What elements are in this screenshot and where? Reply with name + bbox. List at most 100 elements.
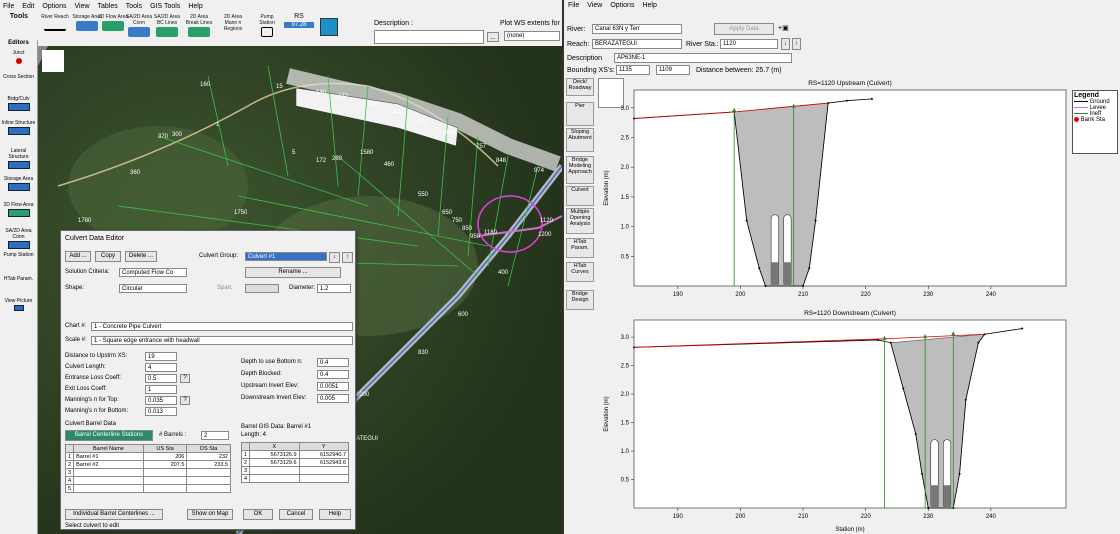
river-station-select[interactable]: 1120 — [720, 39, 778, 49]
show-on-map-button[interactable]: Show on Map — [187, 509, 233, 520]
copy-button[interactable]: Copy — [95, 251, 121, 262]
solution-criteria-select[interactable]: Computed Flow Co — [119, 268, 187, 277]
deck-roadway-button[interactable]: Deck/ Roadway — [566, 78, 594, 96]
plus-camera-icon[interactable]: +▣ — [778, 24, 800, 34]
scale-select[interactable]: 1 - Square edge entrance with headwall — [91, 336, 353, 345]
menu-gis-tools[interactable]: GIS Tools — [150, 3, 180, 10]
y-cell[interactable]: 6152940.7 — [298, 450, 350, 459]
add-button[interactable]: Add ... — [65, 251, 91, 262]
depth-blocked-input[interactable]: 0.4 — [317, 370, 349, 379]
editor-cross-section[interactable]: Cross Section — [1, 74, 36, 80]
manning-top-input[interactable]: 0.035 — [145, 396, 177, 405]
y-cell[interactable] — [298, 466, 350, 475]
sa2d-conn-button[interactable]: SA/2D Area Conn — [124, 14, 154, 44]
manning-bottom-input[interactable]: 0.013 — [145, 407, 177, 416]
ds-sta-cell[interactable] — [186, 468, 231, 477]
culvert-length-input[interactable]: 4 — [145, 363, 177, 372]
description-ellipsis-button[interactable]: ... — [487, 32, 499, 42]
map-zoom-control[interactable] — [42, 50, 64, 72]
span-input[interactable] — [245, 284, 279, 293]
menu-edit[interactable]: Edit — [22, 3, 34, 10]
barrel-name-cell[interactable] — [73, 484, 144, 493]
diameter-input[interactable]: 1.2 — [317, 284, 351, 293]
menu-file[interactable]: File — [3, 3, 14, 10]
individual-barrel-button[interactable]: Individual Barrel Centerlines ... — [65, 509, 163, 520]
chart-select[interactable]: 1 - Concrete Pipe Culvert — [91, 322, 353, 331]
culvert-group-down-button[interactable]: ↓ — [329, 252, 340, 263]
multiple-opening-button[interactable]: Multiple Opening Analysis — [566, 208, 594, 234]
ds-sta-cell[interactable]: 232 — [186, 452, 231, 461]
rs-up-button[interactable]: ↑ — [792, 38, 801, 50]
gis-table[interactable]: XY 1 5673126.9 6152940.7 2 5673129.6 6152943… — [240, 442, 350, 483]
ds-sta-cell[interactable] — [186, 484, 231, 493]
table-row[interactable]: 2 5673129.6 6152943.6 — [240, 458, 350, 467]
2d-mann-regions-button[interactable]: 2D Area Mann n Regions — [218, 14, 248, 44]
upstream-chart[interactable]: RS=1120 Upstream (Culvert) 190 200 210 220 23… — [598, 76, 1118, 304]
x-cell[interactable]: 5673126.9 — [249, 450, 300, 459]
culvert-button[interactable]: Culvert — [566, 186, 594, 206]
editor-htab-param[interactable]: HTab Param. — [1, 276, 36, 282]
map-icon[interactable] — [320, 18, 338, 36]
manning-help-button[interactable]: ? — [180, 396, 190, 405]
rename-button[interactable]: Rename ... — [245, 267, 341, 278]
upstream-invert-input[interactable]: 0.0051 — [317, 382, 349, 391]
sloping-abutment-button[interactable]: Sloping Abutment — [566, 128, 594, 152]
river-select[interactable]: Canal 63N y Terr — [592, 24, 682, 34]
y-cell[interactable] — [298, 474, 350, 483]
table-row[interactable]: 4 — [64, 476, 231, 485]
us-sta-cell[interactable] — [142, 476, 188, 485]
table-row[interactable]: 2 Barrel #2 207.5 233.5 — [64, 460, 231, 469]
barrel-name-cell[interactable]: Barrel #1 — [73, 452, 144, 461]
us-sta-cell[interactable] — [142, 484, 188, 493]
us-sta-cell[interactable]: 207.5 — [142, 460, 188, 469]
table-row[interactable]: 1 Barrel #1 206 232 — [64, 452, 231, 461]
exit-loss-input[interactable]: 1 — [145, 385, 177, 394]
2d-break-lines-button[interactable]: 2D Area Break Lines — [184, 14, 214, 44]
menu-view[interactable]: View — [74, 3, 89, 10]
editor-sa2d-conn[interactable]: SA/2D Area Conn — [1, 228, 36, 250]
editor-pump-station[interactable]: Pump Station — [1, 252, 36, 258]
editor-2d-flow-area[interactable]: 2D Flow Area — [1, 202, 36, 218]
shape-select[interactable]: Circular — [119, 284, 187, 293]
table-row[interactable]: 3 — [64, 468, 231, 477]
barrel-centerline-tab[interactable]: Barrel Centerline Stations — [65, 430, 153, 441]
downstream-chart[interactable]: RS=1120 Downstream (Culvert) 190 200 210 220… — [598, 306, 1118, 534]
sa2d-bc-button[interactable]: SA/2D Area BC Lines — [152, 14, 182, 44]
culvert-group-select[interactable]: Culvert #1 — [245, 252, 327, 261]
bridge-modeling-button[interactable]: Bridge Modeling Approach — [566, 156, 594, 184]
ds-sta-cell[interactable] — [186, 476, 231, 485]
table-row[interactable]: 3 — [240, 466, 350, 475]
barrel-name-cell[interactable] — [73, 468, 144, 477]
table-row[interactable]: 5 — [64, 484, 231, 493]
menu-options[interactable]: Options — [42, 3, 66, 10]
table-row[interactable]: 4 — [240, 474, 350, 483]
rs-down-button[interactable]: ↓ — [781, 38, 790, 50]
apply-data-button[interactable]: Apply Data — [714, 23, 774, 35]
x-cell[interactable] — [249, 474, 300, 483]
editor-bridge-culvert[interactable]: Brdg/Culv — [1, 96, 36, 112]
ok-button[interactable]: OK — [243, 509, 273, 520]
distance-upstrm-input[interactable]: 19 — [145, 352, 177, 361]
table-row[interactable]: 1 5673126.9 6152940.7 — [240, 450, 350, 459]
description-input[interactable] — [374, 30, 484, 44]
river-reach-button[interactable]: River Reach — [40, 14, 70, 44]
barrels-count-input[interactable]: 2 — [201, 431, 229, 440]
reach-select[interactable]: BERAZATEGUI — [592, 39, 682, 49]
menu-options[interactable]: Options — [610, 2, 634, 9]
plot-ws-select[interactable]: (none) — [504, 31, 560, 41]
entrance-loss-help-button[interactable]: ? — [180, 374, 190, 383]
barrel-name-cell[interactable] — [73, 476, 144, 485]
delete-button[interactable]: Delete ... — [125, 251, 157, 262]
x-cell[interactable]: 5673129.6 — [249, 458, 300, 467]
entrance-loss-input[interactable]: 0.5 — [145, 374, 177, 383]
barrel-table[interactable]: Barrel Name US Sta DS Sta 1 Barrel #1 206 232… — [64, 444, 231, 493]
menu-help[interactable]: Help — [188, 3, 202, 10]
ds-sta-cell[interactable]: 233.5 — [186, 460, 231, 469]
depth-bottom-n-input[interactable]: 0.4 — [317, 358, 349, 367]
menu-help[interactable]: Help — [642, 2, 656, 9]
pier-button[interactable]: Pier — [566, 102, 594, 126]
cancel-button[interactable]: Cancel — [279, 509, 313, 520]
editor-inline-structure[interactable]: Inline Structure — [1, 120, 36, 136]
menu-tables[interactable]: Tables — [98, 3, 118, 10]
editor-storage-area[interactable]: Storage Area — [1, 176, 36, 192]
